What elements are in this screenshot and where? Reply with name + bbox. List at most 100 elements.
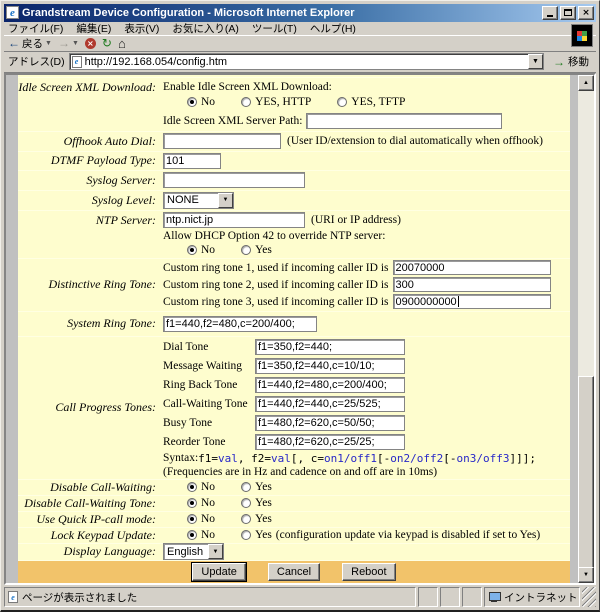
call-progress-label: Call Progress Tones: — [18, 400, 163, 415]
go-button[interactable]: → 移動 — [548, 53, 594, 71]
disable-cw-radio-no[interactable] — [187, 482, 197, 492]
row-distinctive: Distinctive Ring Tone: Custom ring tone … — [18, 259, 570, 312]
reorder-tone-input[interactable]: f1=480,f2=620,c=25/25; — [255, 434, 405, 450]
maximize-button[interactable] — [560, 6, 576, 20]
back-dropdown-icon[interactable]: ▼ — [45, 40, 52, 47]
row-disable-cw-tone: Disable Call-Waiting Tone: No Yes — [18, 496, 570, 512]
ring-back-input[interactable]: f1=440,f2=480,c=200/400; — [255, 377, 405, 393]
system-ring-input[interactable]: f1=440,f2=480,c=200/400; — [163, 316, 317, 332]
frequency-note: (Frequencies are in Hz and cadence on an… — [163, 466, 437, 478]
row-lock-keypad: Lock Keypad Update: No Yes (configuratio… — [18, 528, 570, 544]
ntp-input[interactable]: ntp.nict.jp — [163, 212, 305, 228]
ie-throbber-icon — [571, 24, 593, 47]
system-ring-label: System Ring Tone: — [18, 316, 163, 331]
row-dtmf: DTMF Payload Type: 101 — [18, 152, 570, 171]
address-input[interactable]: e http://192.168.054/config.htm ▼ — [69, 53, 544, 70]
quick-ip-radio-yes[interactable] — [241, 514, 251, 524]
busy-tone-input[interactable]: f1=480,f2=620,c=50/50; — [255, 415, 405, 431]
reboot-button[interactable]: Reboot — [342, 563, 395, 581]
display-language-label: Display Language: — [18, 544, 163, 559]
dial-tone-input[interactable]: f1=350,f2=440; — [255, 339, 405, 355]
tone-name: Ring Back Tone — [163, 379, 255, 391]
syslog-server-input[interactable] — [163, 172, 305, 188]
syslog-level-select[interactable]: NONE ▼ — [163, 192, 234, 209]
quick-ip-radio-no[interactable] — [187, 514, 197, 524]
update-button[interactable]: Update — [192, 563, 245, 581]
menu-tools[interactable]: ツール(T) — [252, 21, 297, 36]
status-bar: e ページが表示されました イントラネット — [4, 587, 596, 607]
idle-path-input[interactable] — [306, 113, 502, 129]
syslog-level-label: Syslog Level: — [18, 193, 163, 208]
window-title: Grandstream Device Configuration - Micro… — [22, 7, 542, 19]
status-pane-1 — [418, 587, 438, 607]
disable-cw-tone-radio-yes[interactable] — [241, 498, 251, 508]
resize-grip[interactable] — [582, 587, 596, 607]
dtmf-input[interactable]: 101 — [163, 153, 221, 169]
display-language-dropdown-icon[interactable]: ▼ — [208, 544, 223, 559]
scrollbar-thumb[interactable] — [578, 376, 594, 571]
menu-favorites[interactable]: お気に入り(A) — [172, 21, 239, 36]
disable-cw-radio-yes[interactable] — [241, 482, 251, 492]
minimize-button[interactable] — [542, 6, 558, 20]
tone-name: Dial Tone — [163, 341, 255, 353]
address-dropdown-button[interactable]: ▼ — [528, 54, 543, 69]
address-url[interactable]: http://192.168.054/config.htm — [82, 56, 528, 68]
ring1-input[interactable]: 20070000 — [393, 260, 551, 275]
menu-file[interactable]: ファイル(F) — [8, 21, 63, 36]
idle-option-no: No — [201, 96, 215, 108]
idle-screen-label: Idle Screen XML Download: — [18, 80, 163, 131]
syslog-server-label: Syslog Server: — [18, 173, 163, 188]
idle-radio-no[interactable] — [187, 97, 197, 107]
forward-button[interactable]: → ▼ — [58, 36, 79, 50]
message-waiting-input[interactable]: f1=350,f2=440,c=10/10; — [255, 358, 405, 374]
stop-button[interactable]: × — [85, 38, 96, 49]
tone-name: Busy Tone — [163, 417, 255, 429]
back-button[interactable]: ← 戻る ▼ — [8, 36, 52, 51]
address-bar: アドレス(D) e http://192.168.054/config.htm … — [4, 52, 596, 73]
display-language-select[interactable]: English ▼ — [163, 543, 224, 560]
offhook-note: (User ID/extension to dial automatically… — [287, 135, 543, 147]
scroll-up-button[interactable]: ▲ — [578, 75, 594, 91]
menu-edit[interactable]: 編集(E) — [76, 21, 111, 36]
scroll-down-button[interactable]: ▼ — [578, 567, 594, 583]
tone-name: Reorder Tone — [163, 436, 255, 448]
cancel-button[interactable]: Cancel — [268, 563, 320, 581]
go-arrow-icon: → — [553, 55, 565, 69]
idle-radio-yes-tftp[interactable] — [337, 97, 347, 107]
scroll-down-icon: ▼ — [583, 572, 589, 578]
dhcp-option-no: No — [201, 244, 215, 256]
status-message: ページが表示されました — [22, 590, 137, 605]
go-label: 移動 — [568, 54, 589, 69]
security-zone-label: イントラネット — [504, 590, 578, 605]
dhcp-radio-no[interactable] — [187, 245, 197, 255]
security-zone-pane: イントラネット — [484, 587, 580, 607]
ring2-text: Custom ring tone 2, used if incoming cal… — [163, 279, 389, 291]
ie-logo-icon: e — [6, 6, 19, 19]
ring3-input[interactable]: 0900000000 — [393, 294, 551, 309]
lock-keypad-radio-yes[interactable] — [241, 530, 251, 540]
disable-cw-tone-radio-no[interactable] — [187, 498, 197, 508]
page-icon: e — [72, 56, 82, 68]
tone-name: Message Waiting — [163, 360, 255, 372]
call-waiting-tone-input[interactable]: f1=440,f2=440,c=25/525; — [255, 396, 405, 412]
menu-help[interactable]: ヘルプ(H) — [310, 21, 356, 36]
home-button[interactable]: ⌂ — [118, 36, 126, 51]
row-dhcp-radios: No Yes — [18, 243, 570, 259]
syslog-level-value: NONE — [164, 194, 218, 206]
dhcp-option-yes: Yes — [255, 244, 272, 256]
vertical-scrollbar[interactable]: ▲ ▼ — [578, 75, 594, 584]
idle-radio-yes-http[interactable] — [241, 97, 251, 107]
ring1-text: Custom ring tone 1, used if incoming cal… — [163, 262, 389, 274]
close-button[interactable]: × — [578, 6, 594, 20]
forward-dropdown-icon[interactable]: ▼ — [72, 40, 79, 47]
dhcp-radio-yes[interactable] — [241, 245, 251, 255]
lock-keypad-radio-no[interactable] — [187, 530, 197, 540]
refresh-button[interactable]: ↻ — [102, 36, 112, 50]
offhook-input[interactable] — [163, 133, 281, 149]
title-bar[interactable]: e Grandstream Device Configuration - Mic… — [4, 4, 596, 22]
ring2-input[interactable]: 300 — [393, 277, 551, 292]
syslog-level-dropdown-icon[interactable]: ▼ — [218, 193, 233, 208]
disable-cw-label: Disable Call-Waiting: — [18, 480, 163, 495]
distinctive-label: Distinctive Ring Tone: — [18, 277, 163, 292]
menu-view[interactable]: 表示(V) — [124, 21, 159, 36]
